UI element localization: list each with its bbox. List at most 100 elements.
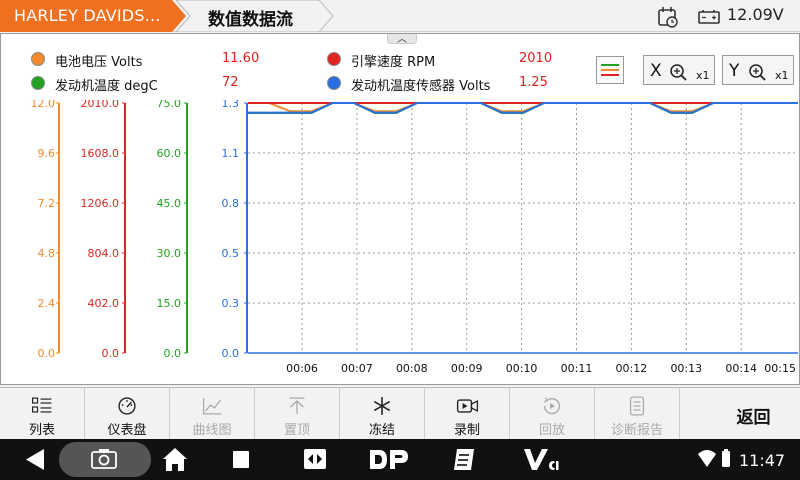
back-icon[interactable] — [22, 439, 48, 480]
y-tick-label: 45.0 — [157, 197, 182, 210]
x-tick-label: 00:08 — [396, 362, 428, 375]
battery-icon — [698, 10, 720, 24]
pin-top-button[interactable]: 置顶 — [255, 388, 340, 440]
zoom-in-icon — [749, 64, 766, 81]
y-zoom-button[interactable]: Y x1 — [722, 55, 794, 85]
notes-icon[interactable] — [451, 439, 477, 480]
y-tick-label: 60.0 — [157, 147, 182, 160]
brand-label: HARLEY DAVIDS... — [14, 6, 161, 25]
screenshot-icon[interactable] — [58, 439, 152, 480]
line-chart-label: 曲线图 — [192, 423, 232, 438]
record-button[interactable]: 录制 — [425, 388, 510, 440]
playback-button[interactable]: 回放 — [510, 388, 595, 440]
collapse-handle[interactable]: ︿ — [387, 34, 417, 45]
brand-tab[interactable]: HARLEY DAVIDS... — [0, 0, 190, 32]
y-tick-label: 7.2 — [38, 197, 56, 210]
zoom-in-icon — [670, 64, 687, 81]
legend-dot — [327, 76, 341, 90]
diagnostic-report-button[interactable]: 诊断报告 — [595, 388, 680, 440]
y-tick-label: 402.0 — [88, 297, 120, 310]
y-tick-label: 0.5 — [222, 247, 240, 260]
x-zoom-level: x1 — [696, 69, 710, 82]
pin-top-label: 置顶 — [283, 423, 310, 438]
x-tick-label: 00:09 — [451, 362, 483, 375]
y-tick-label: 2.4 — [38, 297, 56, 310]
legend-item-engine-speed[interactable]: 引擎速度 RPM 2010 — [327, 49, 567, 70]
legend-label: 发动机温度传感器 Volts — [351, 79, 491, 94]
x-tick-label: 00:11 — [561, 362, 593, 375]
legend-item-battery-voltage[interactable]: 电池电压 Volts 11.60 — [31, 49, 271, 70]
data-stream-panel: ︿ 电池电压 Volts 11.60 引擎速度 RPM 2010 发动机温度 d… — [0, 33, 800, 385]
bottom-toolbar: 列表 仪表盘 曲线图 置顶 冻结 录制 回放 诊断报告 返回 — [0, 387, 800, 440]
system-nav-bar: 11:47 — [0, 439, 800, 480]
legend-dot — [31, 52, 45, 66]
line-chart-icon — [202, 398, 222, 415]
x-zoom-label: X — [650, 61, 662, 81]
battery-status-icon — [722, 449, 730, 467]
y-tick-label: 2010.0 — [81, 100, 120, 110]
colored-lines-icon — [601, 64, 619, 76]
legend-value: 1.25 — [519, 75, 548, 90]
pin-top-icon — [289, 397, 305, 414]
line-chart[interactable]: 12.0 9.6 7.2 4.8 2.4 0.0 2010.0 1608.0 1206.0 804… — [1, 100, 799, 384]
freeze-label: 冻结 — [368, 423, 395, 438]
y-tick-label: 12.0 — [31, 100, 56, 110]
y-tick-label: 30.0 — [157, 247, 182, 260]
x-tick-label: 00:12 — [616, 362, 648, 375]
gauge-button[interactable]: 仪表盘 — [85, 388, 170, 440]
legend-label: 引擎速度 RPM — [351, 55, 436, 70]
x-tick-label: 00:14 — [725, 362, 757, 375]
legend-item-engine-temp[interactable]: 发动机温度 degC 72 — [31, 73, 271, 94]
y-tick-label: 0.8 — [222, 197, 240, 210]
vci-icon[interactable] — [522, 439, 562, 480]
x-tick-label: 00:13 — [670, 362, 702, 375]
y-tick-label: 0.0 — [38, 347, 56, 360]
diagnostic-report-label: 诊断报告 — [610, 423, 663, 438]
y-tick-label: 15.0 — [157, 297, 182, 310]
snowflake-icon — [373, 397, 391, 415]
y-tick-label: 0.0 — [222, 347, 240, 360]
report-icon — [629, 396, 645, 416]
y-tick-label: 0.3 — [222, 297, 240, 310]
y-tick-label: 0.0 — [164, 347, 182, 360]
home-icon[interactable] — [162, 439, 188, 480]
back-label: 返回 — [736, 408, 771, 428]
record-label: 录制 — [453, 423, 480, 438]
legend-item-engine-temp-sensor[interactable]: 发动机温度传感器 Volts 1.25 — [327, 73, 567, 94]
back-button[interactable]: 返回 — [707, 388, 800, 440]
playback-label: 回放 — [538, 423, 565, 438]
page-title-tab: 数值数据流 — [176, 0, 336, 32]
page-title: 数值数据流 — [208, 10, 293, 30]
wifi-icon — [698, 450, 716, 467]
x-zoom-button[interactable]: X x1 — [643, 55, 715, 85]
chevron-up-icon: ︿ — [397, 34, 407, 45]
legend-dot — [327, 52, 341, 66]
list-label: 列表 — [28, 423, 55, 438]
remote-icon[interactable] — [301, 439, 329, 480]
line-chart-button[interactable]: 曲线图 — [170, 388, 255, 440]
list-icon — [32, 397, 52, 413]
y-tick-label: 0.0 — [102, 347, 120, 360]
calendar-clock-icon — [658, 7, 678, 28]
record-icon — [456, 399, 479, 413]
series-toggle-button[interactable] — [596, 56, 624, 84]
y-tick-label: 1206.0 — [81, 197, 120, 210]
voltage-readout: 12.09V — [727, 5, 784, 24]
dp-icon[interactable] — [366, 439, 412, 480]
y-zoom-label: Y — [729, 61, 740, 81]
legend-value: 2010 — [519, 51, 553, 66]
legend-label: 发动机温度 degC — [55, 79, 158, 94]
gauge-icon — [118, 397, 136, 415]
x-tick-label: 00:06 — [286, 362, 318, 375]
y-zoom-level: x1 — [775, 69, 789, 82]
y-tick-label: 75.0 — [157, 100, 182, 110]
legend-label: 电池电压 Volts — [55, 55, 143, 70]
recents-icon[interactable] — [229, 439, 253, 480]
x-tick-label: 00:10 — [506, 362, 538, 375]
y-tick-label: 804.0 — [88, 247, 120, 260]
freeze-button[interactable]: 冻结 — [340, 388, 425, 440]
legend-value: 72 — [222, 75, 239, 90]
list-button[interactable]: 列表 — [0, 388, 85, 440]
x-tick-label: 00:15 — [764, 362, 796, 375]
x-tick-label: 00:07 — [341, 362, 373, 375]
